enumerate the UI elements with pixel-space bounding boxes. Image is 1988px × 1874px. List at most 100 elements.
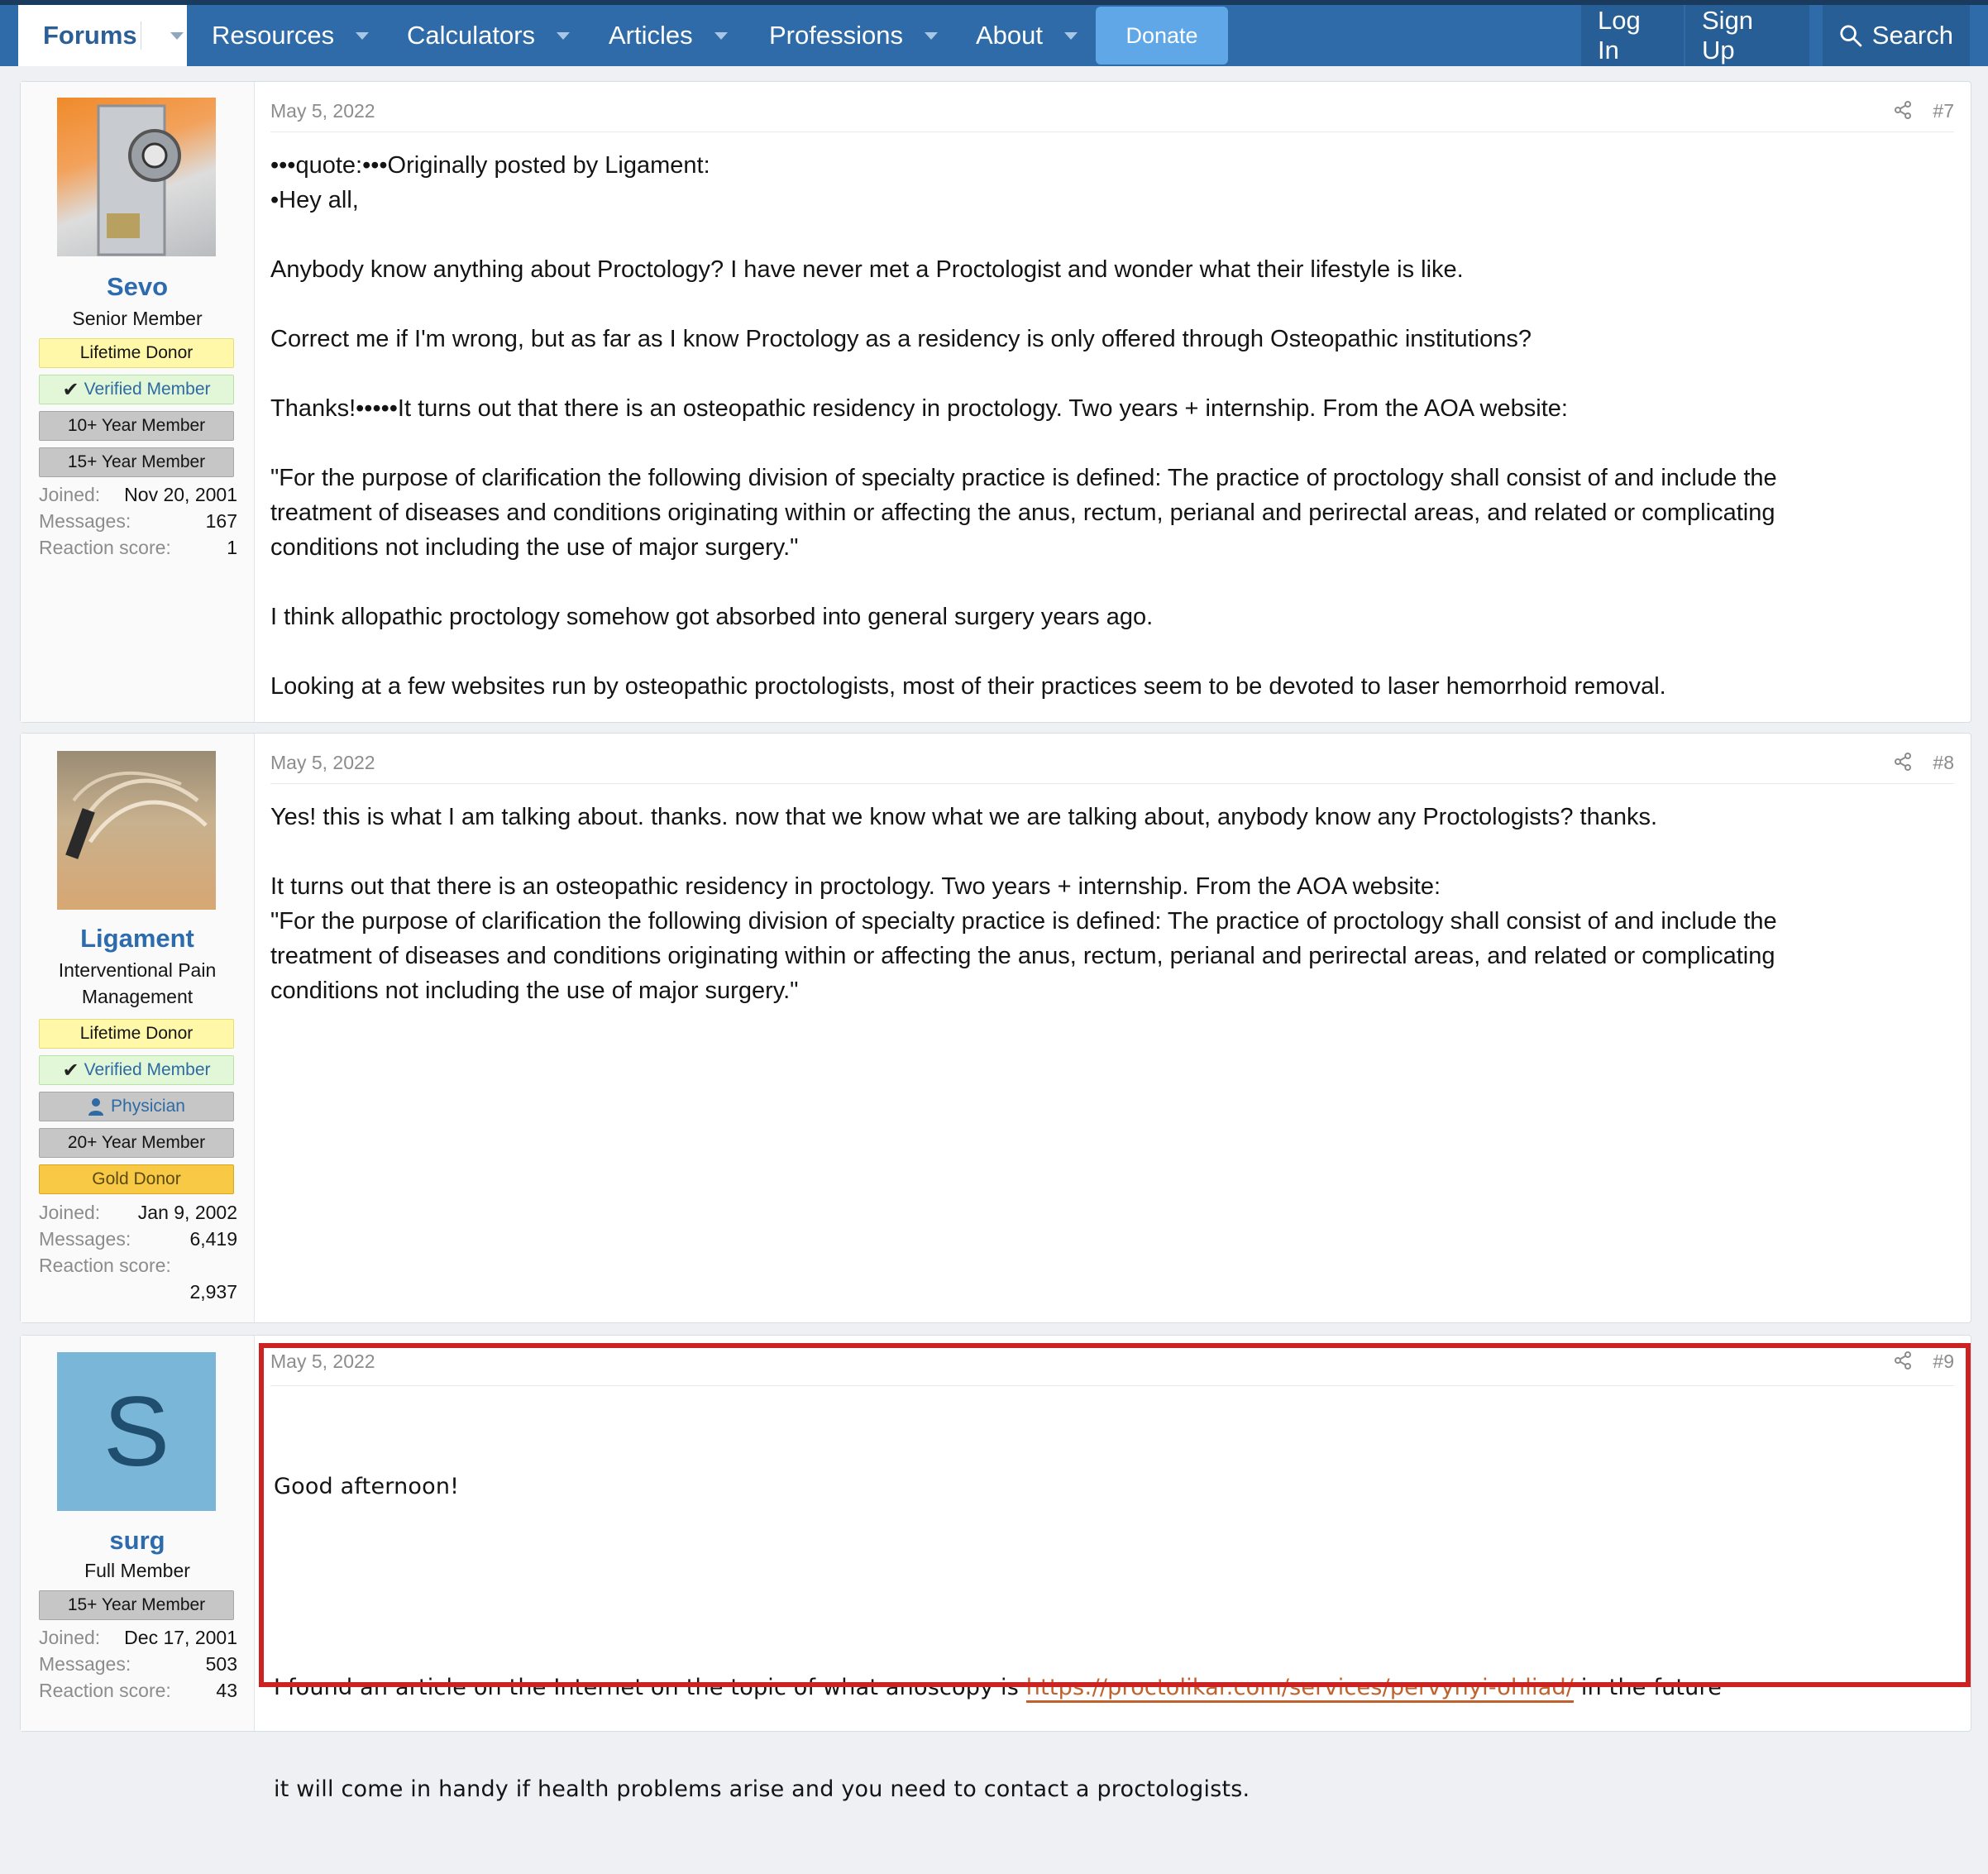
stat-value: 167 <box>205 510 237 532</box>
doctor-icon <box>88 1098 104 1116</box>
nav-forums-label: Forums <box>43 21 137 50</box>
signup-label: Sign Up <box>1702 6 1754 65</box>
badge-10-year: 10+ Year Member <box>39 411 234 441</box>
nav-professions[interactable]: Professions <box>746 5 961 66</box>
stat-joined: Joined: Jan 9, 2002 <box>39 1202 237 1224</box>
badge-lifetime-donor: Lifetime Donor <box>39 1019 234 1049</box>
login-label: Log In <box>1598 6 1641 65</box>
stat-messages: Messages: 6,419 <box>39 1228 237 1250</box>
nav-about-label: About <box>976 21 1044 50</box>
chevron-down-icon[interactable] <box>356 31 370 40</box>
post-date[interactable]: May 5, 2022 <box>270 752 375 774</box>
share-icon[interactable] <box>1893 752 1913 772</box>
nav-calculators-label: Calculators <box>407 21 536 50</box>
chevron-down-icon[interactable] <box>924 31 938 40</box>
badge-label: Physician <box>111 1097 185 1116</box>
stat-reaction: 2,937 <box>39 1281 237 1303</box>
stat-reaction: Reaction score: 43 <box>39 1680 237 1702</box>
stat-reaction: Reaction score: 1 <box>39 537 237 559</box>
stat-joined: Joined: Dec 17, 2001 <box>39 1627 237 1649</box>
donate-label: Donate <box>1125 22 1198 48</box>
post-number[interactable]: #7 <box>1933 100 1954 122</box>
body-line: it will come in handy if health problems… <box>274 1776 1250 1802</box>
post-content: May 5, 2022 #7 •••quote:•••Originally po… <box>270 82 1954 722</box>
badge-15-year: 15+ Year Member <box>39 447 234 477</box>
nav-resources[interactable]: Resources <box>189 5 392 66</box>
post-content: May 5, 2022 #8 Yes! this is what I am ta… <box>270 734 1954 1322</box>
chevron-down-icon[interactable] <box>557 31 571 40</box>
top-navigation: Forums Resources Calculators Articles Pr… <box>0 0 1988 66</box>
badge-20-year: 20+ Year Member <box>39 1128 234 1158</box>
user-title: Interventional Pain Management <box>58 959 217 1007</box>
badge-label: Verified Member <box>84 1060 211 1079</box>
user-info: S surg Full Member 15+ Year Member Joine… <box>21 1336 255 1731</box>
username[interactable]: Ligament <box>21 924 254 954</box>
badge-verified-member: ✔ Verified Member <box>39 375 234 404</box>
nav-resources-label: Resources <box>212 21 335 50</box>
avatar[interactable]: S <box>57 1352 216 1511</box>
nav-calculators[interactable]: Calculators <box>384 5 593 66</box>
stat-value: 43 <box>216 1680 237 1701</box>
chevron-down-icon[interactable] <box>714 31 728 40</box>
post-meta: May 5, 2022 #8 <box>270 734 1954 784</box>
highlight-box <box>259 1343 1971 1687</box>
user-title: Senior Member <box>72 308 203 329</box>
post-8: Ligament Interventional Pain Management … <box>20 733 1971 1323</box>
stat-reaction-label-row: Reaction score: <box>39 1255 237 1277</box>
stat-label: Joined: <box>39 484 101 505</box>
stat-label: Joined: <box>39 1627 101 1648</box>
user-info: Sevo Senior Member Lifetime Donor ✔ Veri… <box>21 82 255 722</box>
username[interactable]: surg <box>21 1526 254 1556</box>
stat-label: Reaction score: <box>39 1680 171 1701</box>
post-date[interactable]: May 5, 2022 <box>270 100 375 122</box>
checkmark-icon: ✔ <box>62 378 79 401</box>
stat-label: Messages: <box>39 1228 131 1250</box>
stat-joined: Joined: Nov 20, 2001 <box>39 484 237 506</box>
username[interactable]: Sevo <box>21 272 254 302</box>
badge-physician: Physician <box>39 1092 234 1121</box>
stat-label: Messages: <box>39 1653 131 1675</box>
post-body: Yes! this is what I am talking about. th… <box>270 804 1777 1004</box>
post-number[interactable]: #8 <box>1933 752 1954 774</box>
badge-verified-member: ✔ Verified Member <box>39 1055 234 1085</box>
post-body: •••quote:•••Originally posted by Ligamen… <box>270 152 1777 700</box>
user-info: Ligament Interventional Pain Management … <box>21 734 255 1322</box>
login-button[interactable]: Log In <box>1581 5 1684 66</box>
stat-value: Nov 20, 2001 <box>124 484 237 505</box>
post-7: Sevo Senior Member Lifetime Donor ✔ Veri… <box>20 81 1971 723</box>
stat-value: 6,419 <box>189 1228 237 1250</box>
avatar-letter: S <box>103 1376 170 1487</box>
chevron-down-icon[interactable] <box>1064 31 1078 40</box>
search-button[interactable]: Search <box>1823 5 1970 66</box>
donate-button[interactable]: Donate <box>1096 7 1228 65</box>
signup-button[interactable]: Sign Up <box>1685 5 1809 66</box>
search-icon <box>1840 25 1862 47</box>
nav-about[interactable]: About <box>953 5 1101 66</box>
share-icon[interactable] <box>1893 100 1913 120</box>
nav-forums[interactable]: Forums <box>18 5 187 66</box>
checkmark-icon: ✔ <box>62 1059 79 1082</box>
avatar[interactable] <box>57 751 216 910</box>
stat-value: 503 <box>205 1653 237 1675</box>
badge-gold-donor: Gold Donor <box>39 1164 234 1194</box>
stat-value: 2,937 <box>189 1281 237 1303</box>
stat-value: Jan 9, 2002 <box>137 1202 237 1223</box>
stat-label: Messages: <box>39 510 131 532</box>
badge-15-year: 15+ Year Member <box>39 1590 234 1620</box>
stat-value: Dec 17, 2001 <box>124 1627 237 1648</box>
stat-messages: Messages: 503 <box>39 1653 237 1676</box>
nav-articles[interactable]: Articles <box>585 5 751 66</box>
badge-lifetime-donor: Lifetime Donor <box>39 338 234 368</box>
user-title: Full Member <box>84 1560 190 1581</box>
stat-value: 1 <box>227 537 237 558</box>
avatar[interactable] <box>57 98 216 256</box>
stat-label: Joined: <box>39 1202 101 1223</box>
stat-label: Reaction score: <box>39 1255 171 1276</box>
chevron-down-icon[interactable] <box>170 31 184 40</box>
stat-messages: Messages: 167 <box>39 510 237 533</box>
post-meta: May 5, 2022 #7 <box>270 82 1954 132</box>
nav-articles-label: Articles <box>609 21 693 50</box>
badge-label: Verified Member <box>84 380 211 399</box>
stat-label: Reaction score: <box>39 537 171 558</box>
nav-professions-label: Professions <box>769 21 903 50</box>
